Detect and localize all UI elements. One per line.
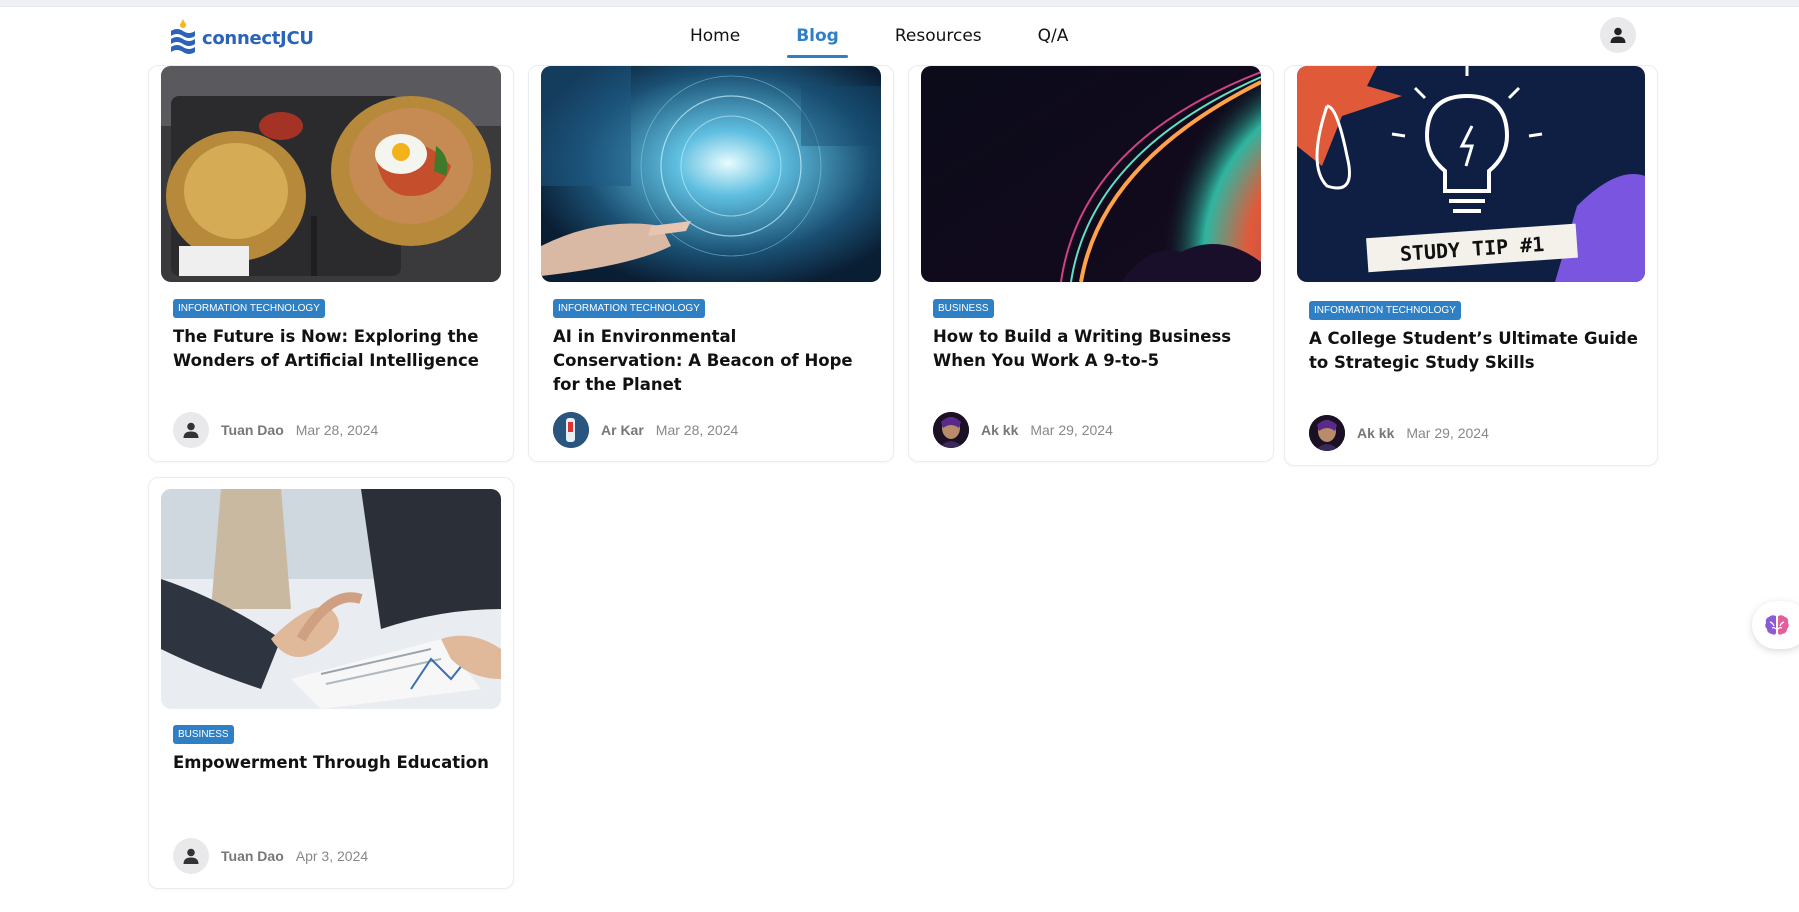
browser-top-edge [0, 0, 1799, 7]
user-icon [1610, 27, 1626, 43]
avatar[interactable] [173, 412, 209, 448]
post-image-digital-network[interactable] [541, 66, 881, 282]
category-badge[interactable]: BUSINESS [173, 725, 234, 744]
post-title[interactable]: AI in Environmental Conservation: A Beac… [553, 325, 871, 397]
post-title[interactable]: How to Build a Writing Business When You… [933, 325, 1251, 373]
profile-photo-icon [1309, 415, 1345, 451]
avatar[interactable] [1309, 415, 1345, 451]
post-meta: Tuan Dao Mar 28, 2024 [173, 412, 378, 448]
user-icon [183, 848, 199, 864]
site-header: connectJCU Home Blog Resources Q/A [0, 7, 1799, 65]
post-title[interactable]: The Future is Now: Exploring the Wonders… [173, 325, 491, 373]
jcu-waves-logo-icon [168, 17, 198, 59]
category-badge[interactable]: INFORMATION TECHNOLOGY [1309, 301, 1461, 320]
post-meta: Ar Kar Mar 28, 2024 [553, 412, 738, 448]
post-meta: Ak kk Mar 29, 2024 [933, 412, 1113, 448]
nav-qa[interactable]: Q/A [1038, 26, 1069, 46]
post-title[interactable]: Empowerment Through Education [173, 751, 491, 775]
ai-assistant-button[interactable] [1752, 601, 1799, 649]
post-image-study-tip[interactable]: STUDY TIP #1 [1297, 66, 1645, 282]
post-meta: Tuan Dao Apr 3, 2024 [173, 838, 368, 874]
author-name[interactable]: Tuan Dao [221, 848, 284, 864]
brain-icon [1765, 615, 1789, 635]
blog-card[interactable]: STUDY TIP #1 INFORMATION TECHNOLOGY A Co… [1284, 65, 1658, 466]
nav-home[interactable]: Home [690, 26, 740, 46]
author-name[interactable]: Tuan Dao [221, 422, 284, 438]
post-date: Apr 3, 2024 [295, 848, 369, 864]
post-title[interactable]: A College Student’s Ultimate Guide to St… [1309, 327, 1639, 375]
post-date: Mar 28, 2024 [655, 422, 739, 438]
avatar[interactable] [933, 412, 969, 448]
avatar[interactable] [553, 412, 589, 448]
author-name[interactable]: Ak kk [981, 422, 1018, 438]
post-date: Mar 29, 2024 [1406, 425, 1489, 441]
post-image-handshake[interactable] [161, 489, 501, 709]
nav-blog[interactable]: Blog [787, 26, 848, 58]
blog-card[interactable]: INFORMATION TECHNOLOGY The Future is Now… [148, 65, 514, 462]
post-image-bibimbap[interactable] [161, 66, 501, 282]
post-meta: Ak kk Mar 29, 2024 [1309, 415, 1489, 451]
logo-text: connectJCU [202, 27, 314, 49]
post-date: Mar 28, 2024 [295, 422, 379, 438]
post-date: Mar 29, 2024 [1030, 422, 1113, 438]
author-name[interactable]: Ar Kar [601, 422, 644, 438]
site-logo[interactable]: connectJCU [168, 17, 314, 59]
blog-card[interactable]: BUSINESS Empowerment Through Education T… [148, 477, 514, 889]
user-icon [183, 422, 199, 438]
user-menu-button[interactable] [1600, 17, 1636, 53]
post-image-neon-planet[interactable] [921, 66, 1261, 282]
category-badge[interactable]: BUSINESS [933, 299, 994, 318]
profile-photo-icon [933, 412, 969, 448]
main-nav: Home Blog Resources Q/A [690, 7, 1124, 65]
nav-resources[interactable]: Resources [895, 26, 982, 46]
blog-card[interactable]: INFORMATION TECHNOLOGY AI in Environment… [528, 65, 894, 462]
profile-photo-icon [553, 412, 589, 448]
category-badge[interactable]: INFORMATION TECHNOLOGY [553, 299, 705, 318]
author-name[interactable]: Ak kk [1357, 425, 1394, 441]
category-badge[interactable]: INFORMATION TECHNOLOGY [173, 299, 325, 318]
blog-card[interactable]: BUSINESS How to Build a Writing Business… [908, 65, 1274, 462]
avatar[interactable] [173, 838, 209, 874]
